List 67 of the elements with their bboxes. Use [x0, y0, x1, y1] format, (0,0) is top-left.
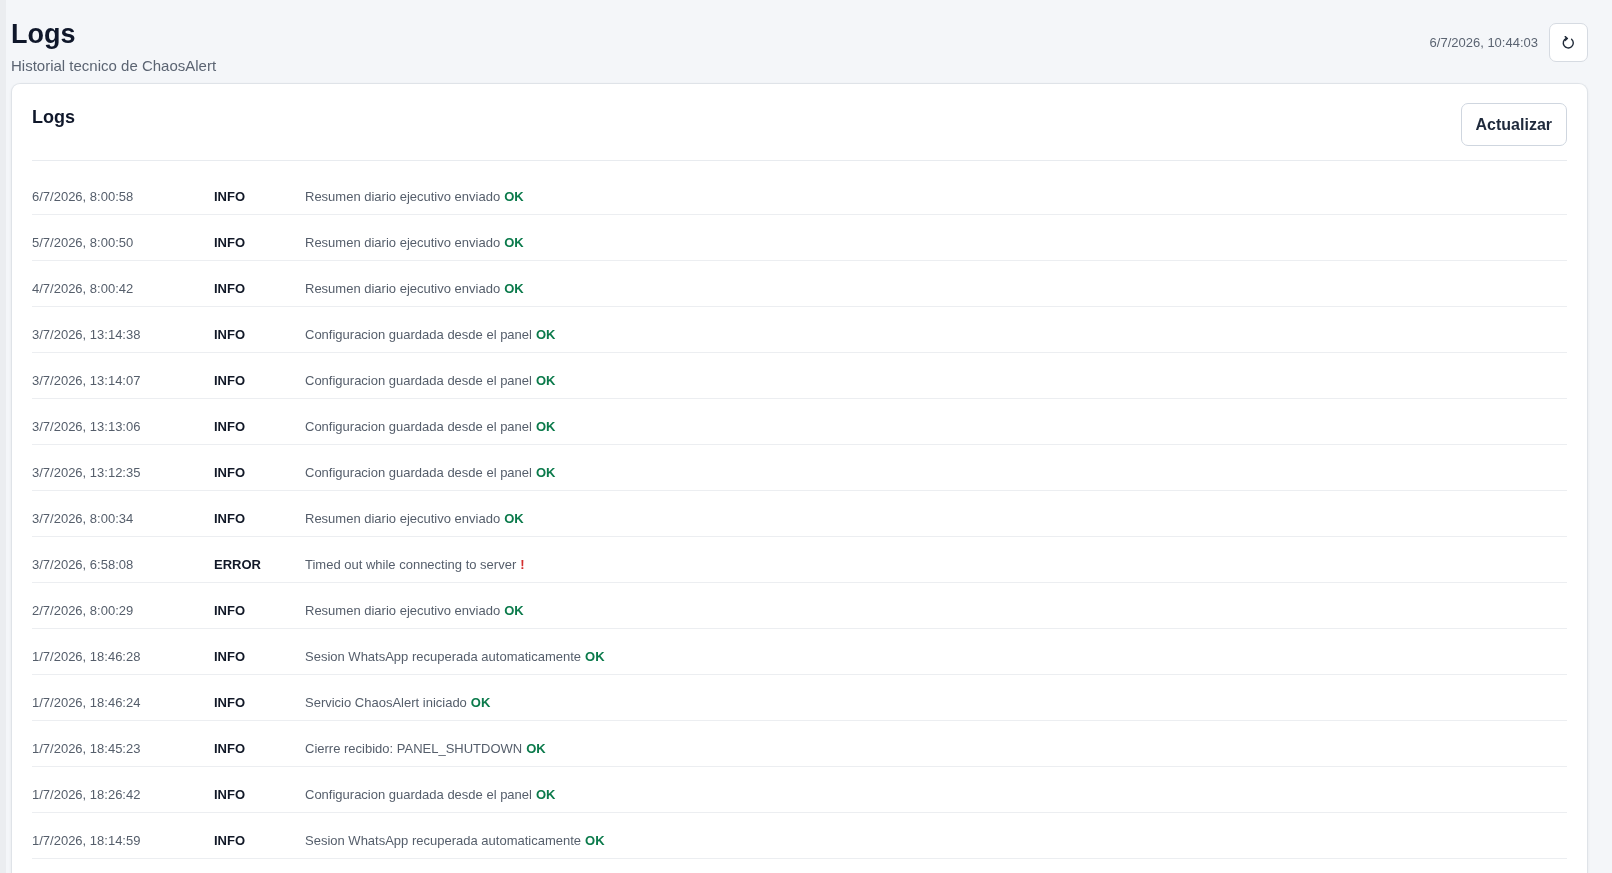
refresh-button[interactable] [1549, 23, 1588, 62]
log-status: OK [504, 602, 524, 620]
log-time: 5/7/2026, 8:00:50 [32, 234, 135, 252]
card-title: Logs [32, 106, 75, 129]
log-message: Resumen diario ejecutivo enviado [305, 234, 501, 252]
log-message: Cierre recibido: PANEL_SHUTDOWN [305, 740, 523, 758]
log-level: INFO [214, 372, 247, 390]
update-button[interactable]: Actualizar [1460, 103, 1567, 146]
log-message: Configuracion guardada desde el panel [305, 464, 532, 482]
log-level: ERROR [214, 556, 262, 574]
log-time: 3/7/2026, 13:14:07 [32, 372, 142, 390]
log-message: Sesion WhatsApp recuperada automaticamente [305, 648, 582, 666]
log-status: OK [535, 464, 556, 482]
log-status: OK [535, 786, 556, 804]
log-time: 1/7/2026, 18:14:59 [32, 832, 142, 850]
log-status: OK [526, 740, 546, 758]
log-message: Sesion WhatsApp recuperada automaticamente [305, 832, 582, 850]
log-message: Servicio ChaosAlert iniciado [305, 694, 467, 712]
log-message: Configuracion guardada desde el panel [305, 786, 532, 804]
log-time: 6/7/2026, 8:00:58 [32, 188, 135, 206]
log-time: 1/7/2026, 18:45:23 [32, 740, 142, 758]
log-status: ! [520, 556, 525, 574]
log-message: Resumen diario ejecutivo enviado [305, 280, 501, 298]
log-status: OK [535, 372, 556, 390]
log-time: 1/7/2026, 18:46:24 [32, 694, 142, 712]
log-level: INFO [214, 188, 247, 206]
log-status: OK [504, 234, 524, 252]
page-subtitle: Historial tecnico de ChaosAlert [11, 56, 217, 76]
log-status: OK [504, 280, 524, 298]
log-level: INFO [214, 510, 247, 528]
log-time: 4/7/2026, 8:00:42 [32, 280, 135, 298]
log-time: 3/7/2026, 13:13:06 [32, 418, 142, 436]
log-message: Timed out while connecting to server [305, 556, 517, 574]
log-level: INFO [214, 740, 247, 758]
log-status: OK [470, 694, 491, 712]
log-time: 1/7/2026, 18:46:28 [32, 648, 142, 666]
log-level: INFO [214, 326, 247, 344]
log-message: Configuracion guardada desde el panel [305, 372, 532, 390]
log-level: INFO [214, 786, 247, 804]
log-level: INFO [214, 418, 247, 436]
log-time: 3/7/2026, 13:14:38 [32, 326, 142, 344]
log-level: INFO [214, 464, 247, 482]
log-level: INFO [214, 234, 247, 252]
log-time: 2/7/2026, 8:00:29 [32, 602, 135, 620]
log-level: INFO [214, 832, 247, 850]
log-level: INFO [214, 694, 247, 712]
log-status: OK [585, 648, 605, 666]
timestamp: 6/7/2026, 10:44:03 [1429, 33, 1538, 52]
log-message: Configuracion guardada desde el panel [305, 326, 532, 344]
log-message: Resumen diario ejecutivo enviado [305, 602, 501, 620]
page-title: Logs [11, 18, 77, 50]
log-time: 3/7/2026, 6:58:08 [32, 556, 135, 574]
log-message: Configuracion guardada desde el panel [305, 418, 532, 436]
log-status: OK [585, 832, 605, 850]
log-level: INFO [214, 648, 247, 666]
log-level: INFO [214, 602, 247, 620]
log-level: INFO [214, 280, 247, 298]
log-status: OK [504, 188, 524, 206]
log-status: OK [504, 510, 524, 528]
log-message: Resumen diario ejecutivo enviado [305, 188, 501, 206]
refresh-icon [1562, 35, 1575, 50]
log-status: OK [535, 418, 556, 436]
log-status: OK [535, 326, 556, 344]
log-time: 1/7/2026, 18:26:42 [32, 786, 142, 804]
log-time: 3/7/2026, 13:12:35 [32, 464, 142, 482]
log-time: 3/7/2026, 8:00:34 [32, 510, 135, 528]
log-message: Resumen diario ejecutivo enviado [305, 510, 501, 528]
